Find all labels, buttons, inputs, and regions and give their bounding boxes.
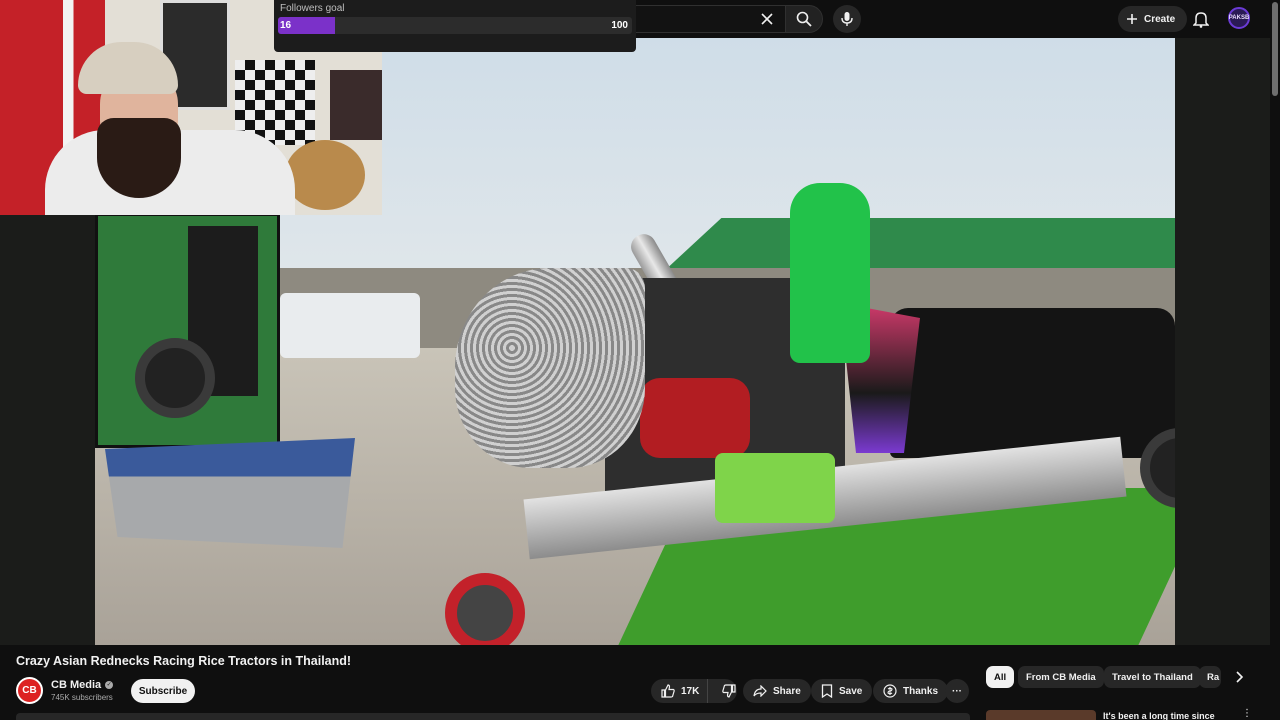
verified-icon: ✓ [105,681,114,689]
thanks-icon [883,684,897,698]
chip-from-channel[interactable]: From CB Media [1018,666,1104,688]
search-icon [796,11,812,27]
channel-name: CB Media [51,679,102,691]
subscriber-count: 745K subscribers [51,693,113,702]
subscribe-button[interactable]: Subscribe [131,679,195,703]
video-scene-tractor [425,183,1127,645]
video-scene-engine-part [640,378,750,458]
scrollbar-thumb[interactable] [1272,2,1278,96]
share-icon [753,685,767,697]
account-avatar[interactable]: PAKSB [1228,7,1250,29]
video-scene-mesh-cover [455,268,645,468]
followers-goal-widget: Followers goal 16 100 [274,0,636,52]
save-label: Save [839,685,863,697]
mic-icon [841,11,853,27]
page-scrollbar[interactable] [1270,0,1280,720]
chevron-right-icon [1234,671,1244,683]
plus-icon [1126,13,1138,25]
goal-target: 100 [611,20,628,31]
chip-travel-thailand[interactable]: Travel to Thailand [1104,666,1201,688]
thanks-label: Thanks [903,685,939,697]
like-dislike-group: 17K [651,679,737,703]
create-label: Create [1144,13,1176,25]
more-icon: ··· [952,685,962,697]
like-icon [661,684,675,698]
webcam-straw-hat [285,140,365,210]
chips-next-button[interactable] [1228,666,1250,688]
description-box[interactable] [16,713,970,720]
voice-search-button[interactable] [833,5,861,33]
chip-all[interactable]: All [986,666,1015,688]
share-label: Share [773,685,801,697]
search-button[interactable] [785,5,823,33]
video-scene-white-pickup [280,293,420,358]
more-actions-button[interactable]: ··· [945,679,969,703]
recommendation-menu-icon[interactable]: ⋮ [1242,709,1252,720]
video-title: Crazy Asian Rednecks Racing Rice Tractor… [16,654,352,668]
channel-name-link[interactable]: CB Media ✓ [51,679,114,691]
goal-current: 16 [280,20,292,31]
channel-avatar[interactable]: CB [16,677,43,704]
goal-progress-bar [278,17,632,34]
video-scene-rice-planter [105,438,355,548]
video-scene-seat [790,183,870,363]
save-button[interactable]: Save [811,679,873,703]
like-button[interactable]: 17K [651,679,709,703]
channel-avatar-text: CB [22,685,37,696]
chip-truncated[interactable]: Ra [1199,666,1221,688]
video-scene-green-part [715,453,835,523]
thanks-button[interactable]: Thanks [873,679,949,703]
save-icon [821,684,833,698]
recommendation-thumbnail[interactable] [986,710,1096,720]
video-scene-red-wheel [445,573,525,645]
webcam-poster [330,70,382,140]
dislike-button[interactable] [714,679,744,703]
streamer-beard [97,118,181,198]
notifications-button[interactable] [1190,8,1212,30]
clear-icon[interactable] [757,9,777,29]
bell-icon [1193,10,1209,28]
recommendation-title[interactable]: It's been a long time since [1103,711,1215,720]
create-button[interactable]: Create [1118,6,1188,32]
share-button[interactable]: Share [743,679,811,703]
goal-title: Followers goal [280,3,345,14]
dislike-icon [722,684,736,698]
video-scene-wheel [135,338,215,418]
account-initials: PAKSB [1228,15,1250,21]
like-count: 17K [681,685,700,697]
